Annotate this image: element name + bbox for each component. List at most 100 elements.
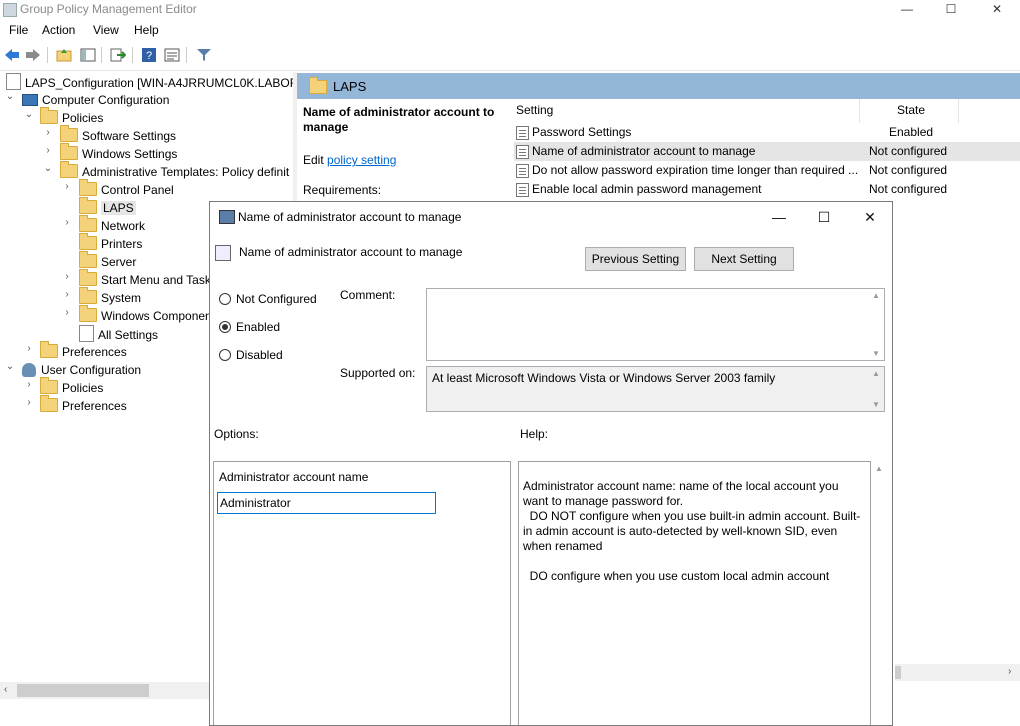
previous-setting-button[interactable]: Previous Setting — [585, 247, 686, 271]
dialog-title-bar: Name of administrator account to manage … — [210, 202, 892, 232]
setting-row[interactable]: Do not allow password expiration time lo… — [514, 161, 1020, 180]
folder-icon — [79, 251, 97, 268]
next-setting-button[interactable]: Next Setting — [694, 247, 794, 271]
column-header-setting[interactable]: Setting — [516, 103, 553, 117]
tree-item-root[interactable]: LAPS_Configuration [WIN-A4JRRUMCL0K.LABO… — [6, 73, 293, 91]
back-icon[interactable] — [3, 46, 21, 64]
chevron-right-icon[interactable]: › — [62, 217, 72, 235]
tree-item-control-panel[interactable]: Control Panel — [79, 179, 174, 199]
toolbar-separator — [186, 47, 187, 63]
dialog-close-button[interactable]: ✕ — [847, 202, 892, 232]
dialog-minimize-button[interactable]: — — [756, 202, 802, 232]
chevron-right-icon[interactable]: › — [62, 307, 72, 325]
show-hide-tree-icon[interactable] — [79, 46, 97, 64]
radio-disabled[interactable] — [219, 349, 231, 361]
chevron-down-icon[interactable]: ⌄ — [24, 109, 34, 127]
policy-setting-dialog: Name of administrator account to manage … — [209, 201, 893, 726]
maximize-button[interactable]: ☐ — [928, 0, 974, 20]
comment-scrollbar[interactable]: ▲ ▼ — [869, 289, 884, 360]
tree-item-preferences[interactable]: Preferences — [40, 341, 127, 361]
radio-enabled[interactable] — [219, 321, 231, 333]
supported-scrollbar[interactable]: ▲ ▼ — [869, 367, 884, 411]
help-scrollbar[interactable]: ▲ — [871, 461, 886, 725]
menu-file[interactable]: File — [9, 23, 28, 37]
scroll-right-icon[interactable]: › — [1008, 666, 1011, 677]
setting-heading: Name of administrator account to manage — [239, 245, 463, 259]
folder-icon — [60, 161, 78, 178]
scroll-up-icon[interactable]: ▲ — [875, 464, 883, 473]
scroll-up-icon[interactable]: ▲ — [872, 369, 880, 378]
up-folder-icon[interactable] — [55, 46, 73, 64]
menu-view[interactable]: View — [93, 23, 119, 37]
scroll-left-icon[interactable]: ‹ — [4, 684, 7, 695]
filter-icon[interactable] — [195, 46, 213, 64]
requirements-label: Requirements: — [303, 183, 382, 197]
setting-row[interactable]: Name of administrator account to manage … — [514, 142, 1020, 161]
chevron-right-icon[interactable]: › — [24, 343, 34, 361]
tree-item-network[interactable]: Network — [79, 215, 145, 235]
close-button[interactable]: ✕ — [974, 0, 1020, 20]
tree-item-printers[interactable]: Printers — [79, 233, 142, 253]
column-divider[interactable] — [859, 99, 860, 123]
tree-item-policies[interactable]: Policies — [40, 107, 103, 127]
tree-item-all-settings[interactable]: All Settings — [79, 325, 158, 343]
tree-item-windows-components[interactable]: Windows Componen — [79, 305, 212, 325]
properties-icon[interactable] — [163, 46, 181, 64]
scroll-up-icon[interactable]: ▲ — [872, 291, 880, 300]
computer-icon — [22, 94, 38, 106]
setting-row[interactable]: Enable local admin password management N… — [514, 180, 1020, 199]
comment-textarea[interactable]: ▲ ▼ — [426, 288, 885, 361]
details-folder-title: LAPS — [333, 79, 367, 94]
options-label: Options: — [214, 427, 259, 441]
export-list-icon[interactable] — [109, 46, 127, 64]
minimize-button[interactable]: — — [884, 0, 930, 20]
chevron-right-icon[interactable]: › — [62, 289, 72, 307]
tree-item-user-policies[interactable]: Policies — [40, 377, 103, 397]
radio-not-configured[interactable] — [219, 293, 231, 305]
chevron-right-icon[interactable]: › — [24, 379, 34, 397]
tree-item-start-menu[interactable]: Start Menu and Task — [79, 269, 211, 289]
chevron-down-icon[interactable]: ⌄ — [5, 91, 15, 109]
toolbar: ? — [0, 42, 1020, 71]
admin-account-name-input[interactable] — [217, 492, 436, 514]
scrollbar-thumb[interactable] — [895, 666, 901, 679]
chevron-right-icon[interactable]: › — [43, 145, 53, 163]
chevron-right-icon[interactable]: › — [24, 397, 34, 415]
chevron-right-icon[interactable]: › — [43, 127, 53, 145]
chevron-down-icon[interactable]: ⌄ — [43, 163, 53, 181]
scroll-down-icon[interactable]: ▼ — [872, 349, 880, 358]
supported-on-field: At least Microsoft Windows Vista or Wind… — [426, 366, 885, 412]
toolbar-separator — [101, 47, 102, 63]
admin-account-name-label: Administrator account name — [219, 470, 369, 484]
tree-item-windows-settings[interactable]: Windows Settings — [60, 143, 177, 163]
chevron-down-icon[interactable]: ⌄ — [5, 361, 15, 379]
radio-enabled-label[interactable]: Enabled — [236, 320, 280, 334]
dialog-maximize-button[interactable]: ☐ — [801, 202, 847, 232]
tree-item-system[interactable]: System — [79, 287, 141, 307]
column-divider[interactable] — [958, 99, 959, 123]
radio-disabled-label[interactable]: Disabled — [236, 348, 283, 362]
chevron-right-icon[interactable]: › — [62, 271, 72, 289]
radio-not-configured-label[interactable]: Not Configured — [236, 292, 317, 306]
forward-icon[interactable] — [24, 46, 42, 64]
tree-item-administrative-templates[interactable]: Administrative Templates: Policy definit — [60, 161, 289, 181]
scrollbar-thumb[interactable] — [17, 684, 149, 697]
tree-item-software-settings[interactable]: Software Settings — [60, 125, 176, 145]
policy-setting-link[interactable]: policy setting — [327, 153, 396, 167]
menu-action[interactable]: Action — [42, 23, 75, 37]
folder-icon — [40, 341, 58, 358]
menu-help[interactable]: Help — [134, 23, 159, 37]
setting-heading-icon — [215, 245, 231, 261]
column-header-state[interactable]: State — [897, 103, 925, 117]
toolbar-separator — [47, 47, 48, 63]
chevron-right-icon[interactable]: › — [62, 181, 72, 199]
folder-icon — [60, 143, 78, 160]
tree-item-user-preferences[interactable]: Preferences — [40, 395, 127, 415]
setting-row[interactable]: Password Settings Enabled — [514, 123, 1020, 142]
setting-icon — [516, 126, 529, 140]
title-bar: Group Policy Management Editor — ☐ ✕ — [0, 0, 1020, 20]
details-horizontal-scrollbar[interactable]: › — [895, 664, 1020, 681]
scroll-down-icon[interactable]: ▼ — [872, 400, 880, 409]
help-icon[interactable]: ? — [140, 46, 158, 64]
user-icon — [22, 363, 36, 377]
